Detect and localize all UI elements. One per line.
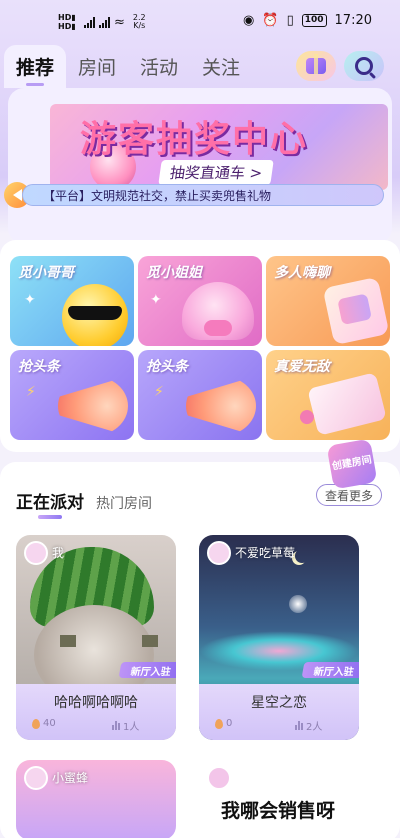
category-find-girl[interactable]: ✦ 觅小姐姐 — [138, 256, 262, 346]
room-footer: 星空之恋 0 2人 — [199, 684, 359, 740]
tab-indicator — [38, 515, 62, 519]
room-heat: 40 — [32, 718, 56, 729]
header: 推荐 房间 活动 关注 游客抽奖中心 抽奖直通车 > 【平台】文明规范社交，禁止… — [0, 44, 400, 244]
room-heat: 0 — [215, 718, 232, 729]
category-headline-1[interactable]: ⚡ 抢头条 — [10, 350, 134, 440]
view-more-button[interactable]: 查看更多 — [316, 484, 382, 506]
room-card[interactable]: 不爱吃草莓 星空之恋 0 2人 新厅入驻 — [199, 535, 359, 740]
banner-panel: 游客抽奖中心 抽奖直通车 > — [8, 88, 392, 244]
alarm-icon: ⏰ — [262, 13, 279, 28]
crown-icon — [306, 54, 326, 74]
rank-button[interactable] — [296, 51, 336, 81]
room-card[interactable]: 我哪会销售呀 — [199, 760, 359, 838]
moon-glow — [289, 595, 307, 613]
create-room-button[interactable]: 创建房间 — [326, 438, 378, 490]
new-room-badge: 新厅入驻 — [301, 662, 359, 678]
category-label: 抢头条 — [146, 359, 188, 375]
room-name: 星空之恋 — [251, 695, 307, 711]
banner-title: 游客抽奖中心 — [80, 118, 309, 160]
sparkle-icon: ✦ — [24, 292, 36, 308]
room-footer: 哈哈啊哈啊哈 40 1人 — [16, 684, 176, 740]
bars-icon — [295, 721, 303, 730]
avatar — [24, 766, 48, 790]
category-label: 觅小姐姐 — [146, 265, 202, 281]
search-icon — [355, 57, 373, 75]
status-bar: HD▮ HD▮ ≈ 2.2 K/s ◉ ⏰ ▯ 100 17:20 — [0, 0, 400, 44]
room-card[interactable]: 我 哈哈啊哈啊哈 40 1人 新厅入驻 — [16, 535, 176, 740]
category-label: 真爱无敌 — [274, 359, 330, 375]
category-group-chat[interactable]: 多人嗨聊 — [266, 256, 390, 346]
battery-icon: 100 — [301, 14, 327, 27]
voice-phone-icon — [322, 276, 390, 346]
sparkle-icon: ✦ — [150, 292, 162, 308]
room-users: 2人 — [295, 718, 322, 733]
tab-rooms[interactable]: 房间 — [66, 53, 128, 88]
signal-icon — [84, 16, 95, 28]
eye-icon: ◉ — [243, 13, 255, 28]
lightning-icon: ⚡ — [26, 384, 36, 400]
top-tabs: 推荐 房间 活动 关注 — [4, 44, 252, 88]
room-name: 哈哈啊哈啊哈 — [54, 695, 138, 711]
category-headline-2[interactable]: ⚡ 抢头条 — [138, 350, 262, 440]
tab-following[interactable]: 关注 — [190, 53, 252, 88]
megaphone-icon — [58, 376, 128, 436]
clock: 17:20 — [334, 13, 372, 28]
notice-text: 【平台】文明规范社交，禁止买卖兜售礼物 — [43, 188, 272, 203]
category-label: 多人嗨聊 — [274, 265, 330, 281]
lightning-icon: ⚡ — [154, 384, 164, 400]
sunglasses-emoji-icon — [62, 284, 128, 346]
fire-icon — [32, 718, 40, 729]
room-users: 1人 — [112, 718, 139, 733]
party-tabs: 正在派对 热门房间 — [16, 488, 152, 513]
sim-indicator: HD▮ HD▮ — [58, 13, 76, 31]
jellyfish-icon — [182, 282, 254, 340]
bars-icon — [112, 721, 120, 730]
avatar — [207, 541, 231, 565]
category-label: 抢头条 — [18, 359, 60, 375]
fire-icon — [215, 718, 223, 729]
lottery-banner[interactable]: 游客抽奖中心 抽奖直通车 > — [50, 104, 388, 190]
megaphone-icon — [186, 376, 256, 436]
category-find-boy[interactable]: ✦ 觅小哥哥 — [10, 256, 134, 346]
avatar — [24, 541, 48, 565]
room-owner: 我 — [52, 546, 65, 560]
search-button[interactable] — [344, 51, 384, 81]
category-true-love[interactable]: 真爱无敌 — [266, 350, 390, 440]
banner-subtitle: 抽奖直通车 > — [158, 160, 275, 185]
category-grid: ✦ 觅小哥哥 ✦ 觅小姐姐 多人嗨聊 ⚡ 抢头条 ⚡ 抢头条 真爱无敌 — [0, 240, 400, 452]
tab-hot-rooms[interactable]: 热门房间 — [96, 493, 152, 513]
moon-icon — [295, 549, 309, 563]
new-room-badge: 新厅入驻 — [118, 662, 176, 678]
vibrate-icon: ▯ — [286, 13, 294, 28]
room-owner: 不爱吃草莓 — [235, 546, 296, 560]
avatar — [207, 766, 231, 790]
tab-events[interactable]: 活动 — [128, 53, 190, 88]
room-card[interactable]: 小蜜蜂 — [16, 760, 176, 838]
notice-bar[interactable]: 【平台】文明规范社交，禁止买卖兜售礼物 — [22, 184, 384, 206]
wifi-icon: ≈ — [114, 14, 125, 30]
room-cover-text: 我哪会销售呀 — [221, 800, 336, 822]
signal-icon-2 — [99, 16, 110, 28]
category-label: 觅小哥哥 — [18, 265, 74, 281]
love-letter-icon — [307, 372, 387, 436]
tab-partying[interactable]: 正在派对 — [16, 488, 84, 513]
tab-recommend[interactable]: 推荐 — [4, 45, 67, 88]
room-owner: 小蜜蜂 — [52, 771, 89, 785]
network-speed: 2.2 K/s — [132, 13, 146, 30]
